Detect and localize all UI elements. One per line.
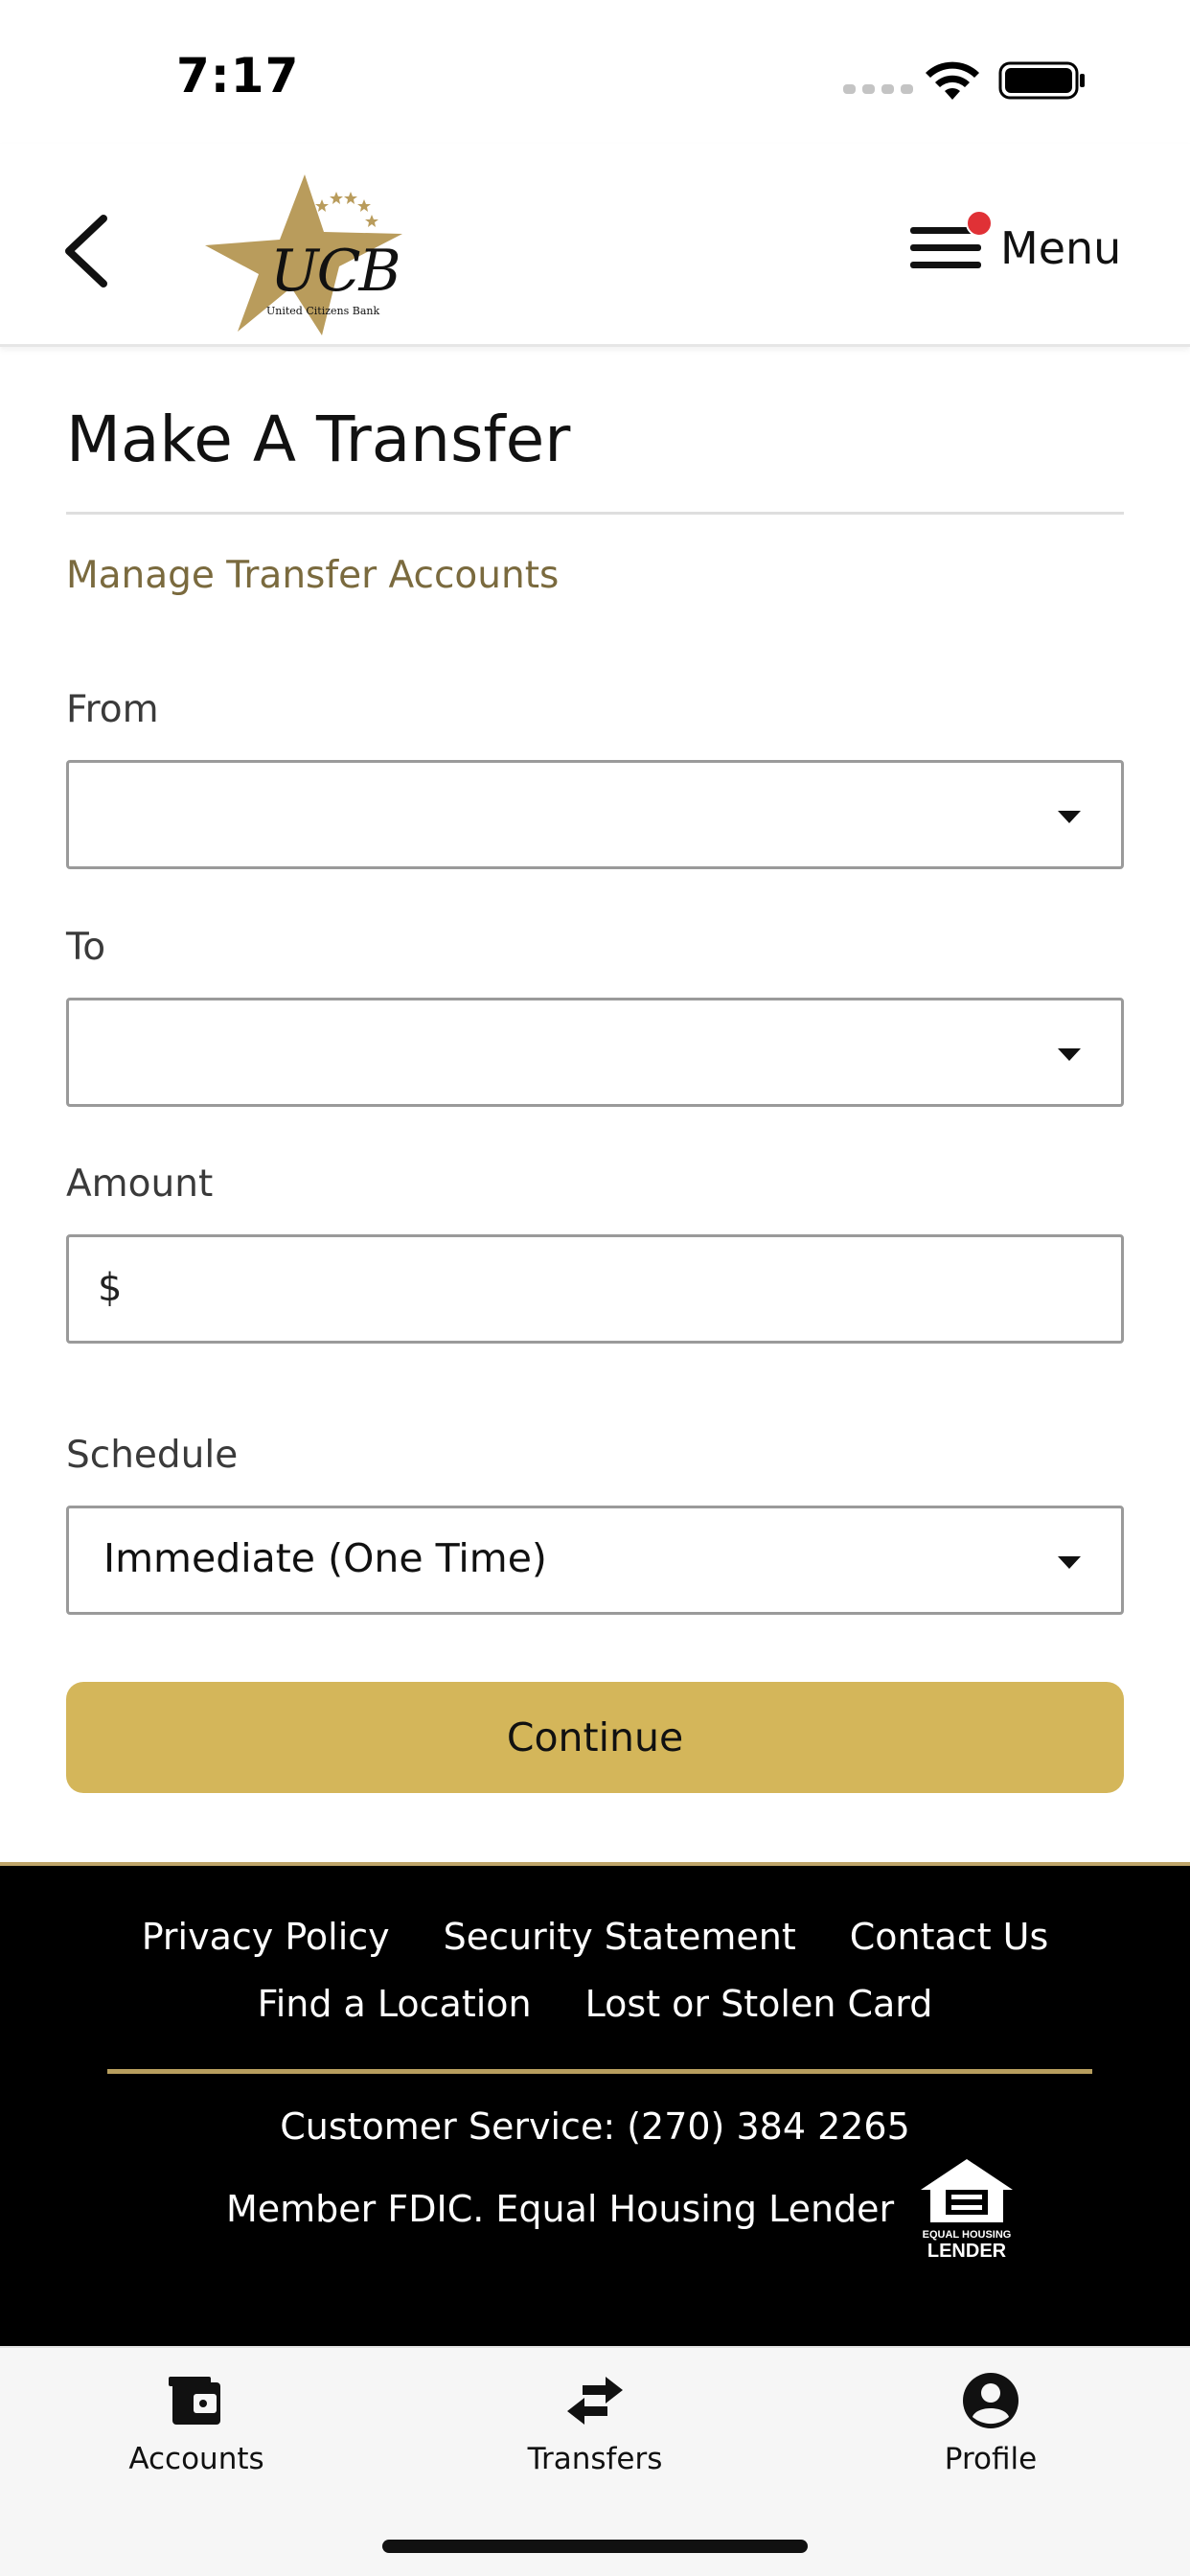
amount-label: Amount xyxy=(66,1162,214,1206)
footer-links-row-2: Find a Location Lost or Stolen Card xyxy=(0,1983,1190,2025)
wifi-icon xyxy=(926,61,979,100)
profile-icon xyxy=(963,2373,1018,2428)
app-header: UCB United Citizens Bank Menu xyxy=(0,144,1190,347)
menu-button[interactable]: Menu xyxy=(910,205,1131,291)
title-divider xyxy=(66,512,1124,515)
tab-transfers[interactable]: Transfers xyxy=(480,2369,710,2494)
caret-down-icon xyxy=(1058,1048,1081,1061)
privacy-policy-link[interactable]: Privacy Policy xyxy=(142,1916,390,1958)
transfer-arrows-icon xyxy=(567,2377,623,2425)
to-account-select[interactable] xyxy=(66,998,1124,1107)
notification-badge xyxy=(966,210,993,237)
footer: Privacy Policy Security Statement Contac… xyxy=(0,1862,1190,2346)
from-label: From xyxy=(66,688,159,731)
status-bar: 7:17 xyxy=(0,0,1190,144)
footer-links-row-1: Privacy Policy Security Statement Contac… xyxy=(0,1916,1190,1958)
lost-or-stolen-card-link[interactable]: Lost or Stolen Card xyxy=(585,1983,933,2025)
schedule-value: Immediate (One Time) xyxy=(103,1535,547,1581)
ehl-text-line-2: LENDER xyxy=(927,2241,1007,2262)
page-title: Make A Transfer xyxy=(66,402,571,476)
menu-label: Menu xyxy=(1000,222,1122,274)
ehl-text-line-1: EQUAL HOUSING xyxy=(923,2229,1012,2241)
logo-bank-name: United Citizens Bank xyxy=(266,305,380,317)
continue-button[interactable]: Continue xyxy=(66,1682,1124,1793)
currency-symbol: $ xyxy=(98,1266,123,1310)
security-statement-link[interactable]: Security Statement xyxy=(444,1916,796,1958)
hamburger-menu-icon xyxy=(910,210,993,275)
find-a-location-link[interactable]: Find a Location xyxy=(258,1983,532,2025)
to-label: To xyxy=(66,926,106,969)
battery-icon xyxy=(998,61,1085,100)
schedule-label: Schedule xyxy=(66,1434,239,1477)
from-account-select[interactable] xyxy=(66,760,1124,869)
logo-letters: UCB xyxy=(270,238,401,305)
wallet-icon xyxy=(169,2377,220,2425)
status-time: 7:17 xyxy=(176,48,300,104)
home-indicator xyxy=(382,2540,808,2553)
cellular-signal-icon xyxy=(843,84,913,94)
schedule-select[interactable]: Immediate (One Time) xyxy=(66,1506,1124,1615)
amount-field[interactable]: $ xyxy=(66,1234,1124,1344)
tab-transfers-label: Transfers xyxy=(527,2442,663,2476)
footer-divider xyxy=(107,2069,1092,2074)
contact-us-link[interactable]: Contact Us xyxy=(850,1916,1049,1958)
ucb-logo[interactable]: UCB United Citizens Bank xyxy=(197,171,408,339)
equal-housing-lender-icon: EQUAL HOUSING LENDER xyxy=(921,2159,1014,2262)
amount-input[interactable] xyxy=(136,1253,1094,1327)
caret-down-icon xyxy=(1058,1556,1081,1569)
caret-down-icon xyxy=(1058,811,1081,823)
manage-transfer-accounts-link[interactable]: Manage Transfer Accounts xyxy=(66,554,559,597)
fdic-statement: Member FDIC. Equal Housing Lender xyxy=(226,2188,895,2230)
fdic-row: Member FDIC. Equal Housing Lender EQUAL … xyxy=(226,2155,1017,2263)
tab-profile-label: Profile xyxy=(944,2442,1038,2476)
tab-accounts-label: Accounts xyxy=(128,2442,264,2476)
customer-service-phone[interactable]: Customer Service: (270) 384 2265 xyxy=(0,2105,1190,2148)
back-button[interactable] xyxy=(59,213,117,289)
tab-accounts[interactable]: Accounts xyxy=(81,2369,311,2494)
tab-profile[interactable]: Profile xyxy=(876,2369,1106,2494)
